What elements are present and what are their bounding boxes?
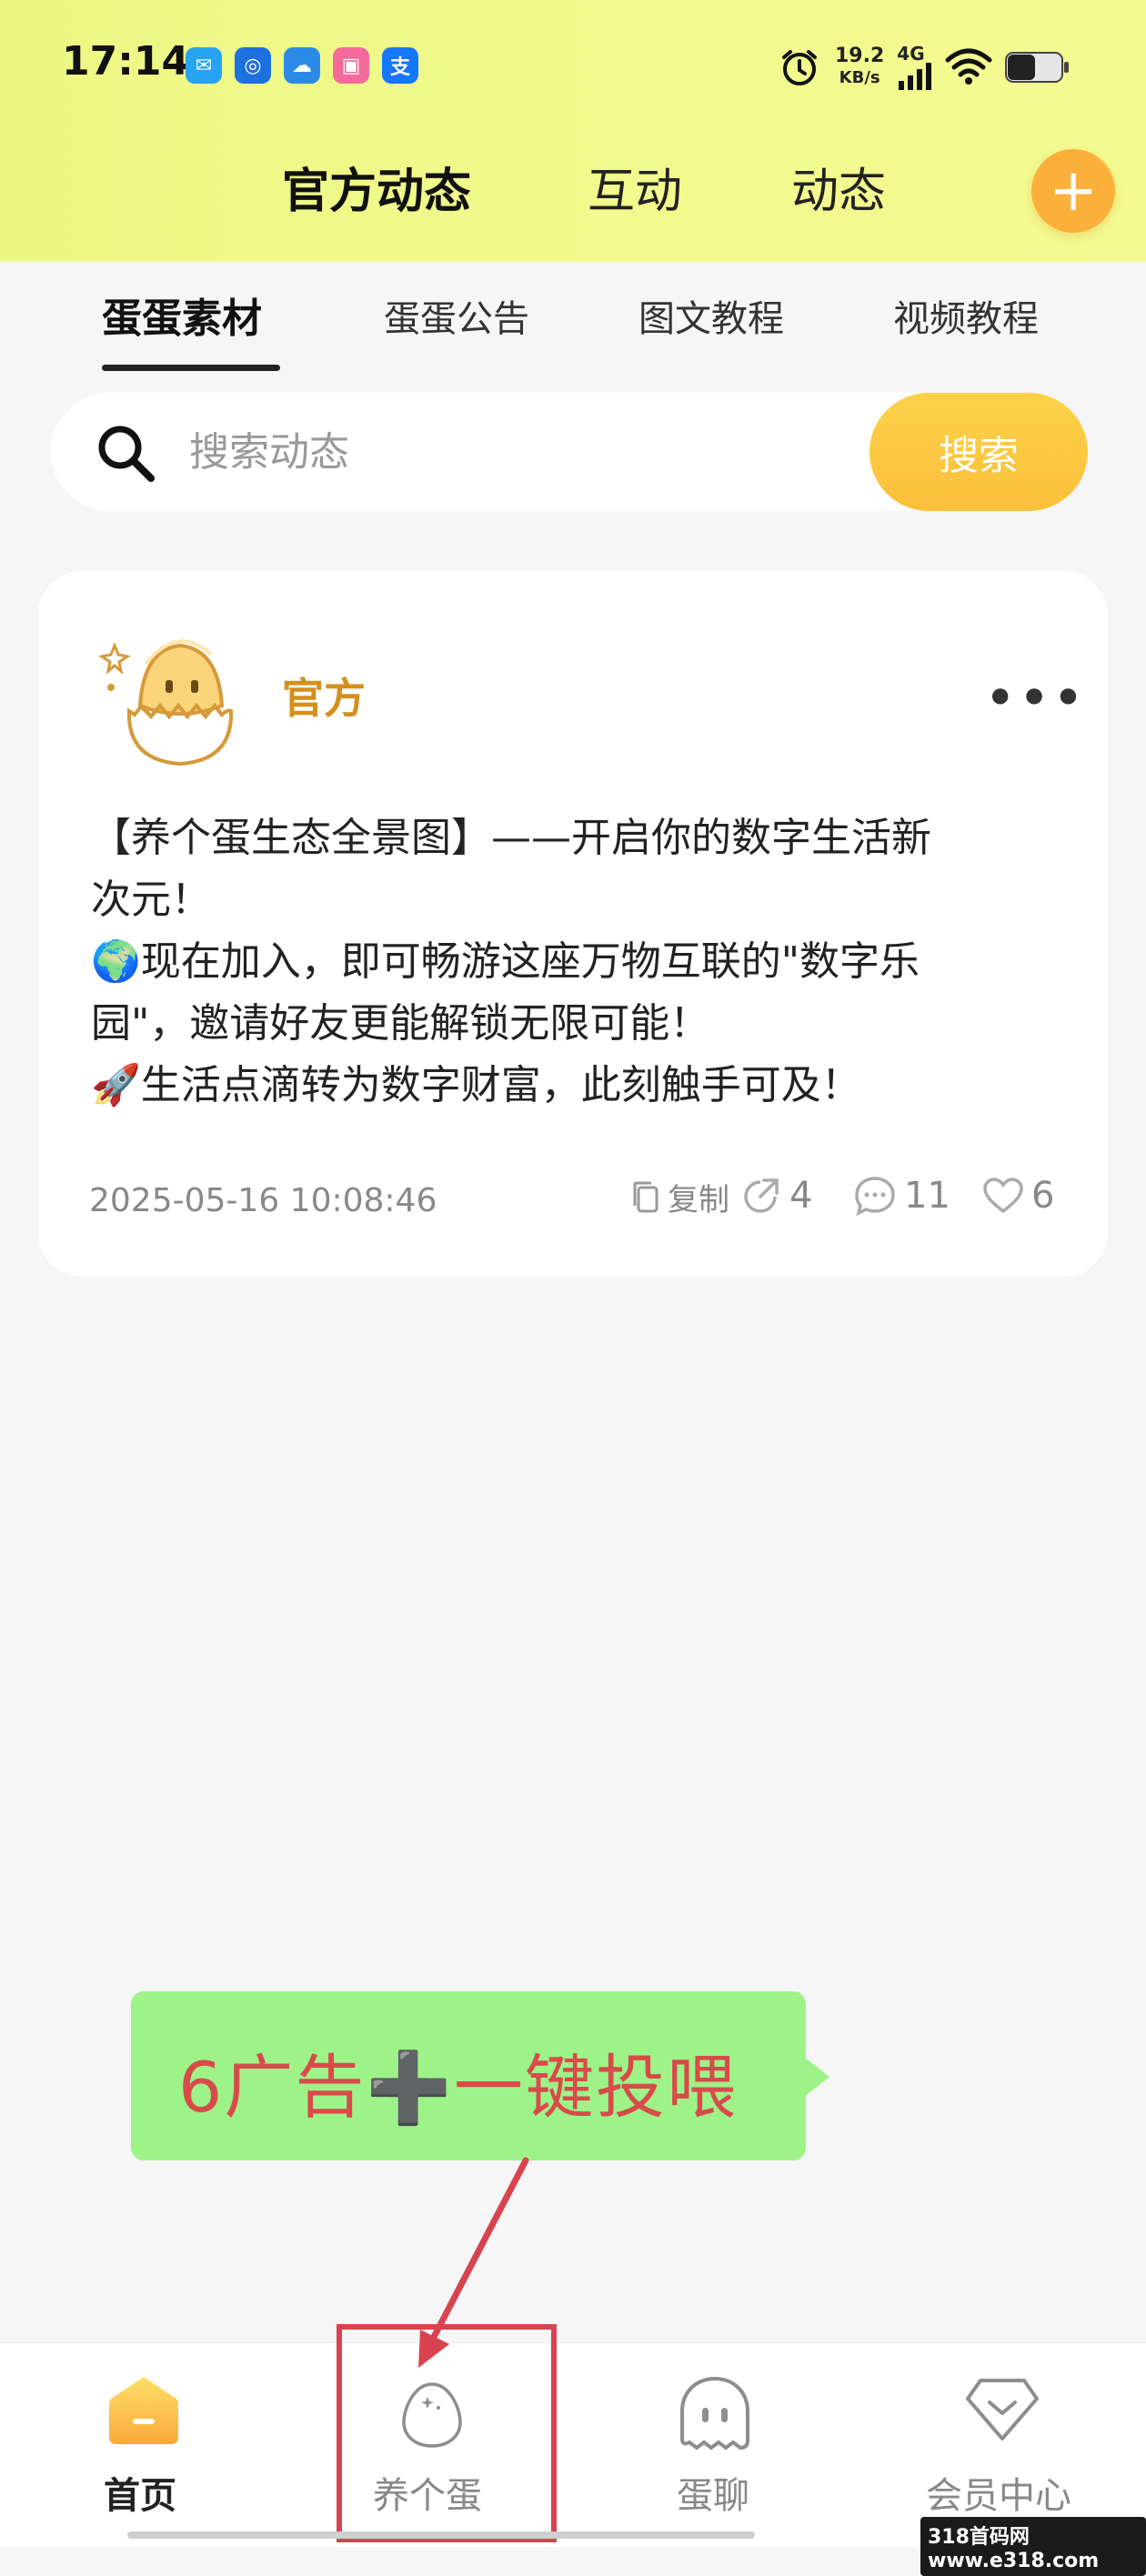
subtab-graphic-tutorials[interactable]: 图文教程 (638, 289, 784, 342)
nav-egg-chat[interactable]: 蛋聊 (677, 2466, 749, 2519)
copy-label: 复制 (668, 1182, 729, 1218)
watermark: 318首码网 www.e318.com (920, 2517, 1146, 2576)
network-speed-value: 19.2 (835, 45, 885, 67)
post-author[interactable]: 官方 (282, 666, 366, 726)
copy-button[interactable]: 复制 (629, 1175, 729, 1219)
home-icon[interactable] (106, 2371, 182, 2448)
post-content: 【养个蛋生态全景图】——开启你的数字生活新 次元！ 🌍现在加入，即可畅游这座万物… (91, 807, 1073, 1117)
bilibili-icon: ▣ (333, 47, 369, 84)
nav-home[interactable]: 首页 (104, 2466, 176, 2519)
chat-egg-icon[interactable] (677, 2375, 753, 2451)
status-right-group: 19.2 KB/s 4G (779, 40, 1071, 95)
tab-interaction[interactable]: 互动 (588, 153, 682, 221)
post-timestamp: 2025-05-16 10:08:46 (89, 1182, 437, 1219)
subtab-egg-materials[interactable]: 蛋蛋素材 (102, 286, 262, 344)
post-line: 园"，邀请好友更能解锁无限可能！ (91, 1000, 710, 1047)
like-count: 6 (1031, 1175, 1055, 1217)
network-type: 4G (897, 43, 925, 65)
share-count: 4 (789, 1175, 813, 1217)
subtab-egg-announcements[interactable]: 蛋蛋公告 (384, 289, 529, 342)
tab-official-news[interactable]: 官方动态 (282, 153, 471, 221)
wifi-icon (945, 48, 992, 85)
active-subtab-underline (102, 365, 280, 371)
share-icon (744, 1178, 779, 1213)
bank-app-icon: ◎ (235, 47, 271, 84)
post-line: 🌍现在加入，即可畅游这座万物互联的"数字乐 (91, 938, 920, 985)
nav-member-center[interactable]: 会员中心 (926, 2466, 1071, 2519)
promo-callout-text: 6广告➕一键投喂 (178, 2047, 738, 2128)
share-button[interactable]: 4 (740, 1175, 812, 1217)
subtab-video-tutorials[interactable]: 视频教程 (893, 289, 1039, 342)
search-input[interactable] (187, 424, 828, 480)
post-line: 🚀生活点滴转为数字财富，此刻触手可及！ (91, 1062, 861, 1108)
cloud-app-icon: ☁ (284, 47, 320, 84)
add-post-button[interactable]: + (1031, 149, 1115, 233)
comment-count: 11 (904, 1175, 950, 1217)
battery-icon (1005, 52, 1070, 83)
vip-diamond-icon[interactable] (964, 2375, 1040, 2444)
more-options-icon[interactable]: ••• (984, 671, 1086, 726)
search-button[interactable]: 搜索 (870, 393, 1088, 511)
comment-icon (855, 1177, 895, 1217)
alarm-icon (782, 50, 817, 85)
network-speed: 19.2 KB/s (835, 45, 884, 89)
app-notification-icon: ✉ (186, 47, 222, 84)
network-speed-unit: KB/s (839, 68, 880, 87)
post-line: 次元！ (91, 877, 211, 923)
like-button[interactable]: 6 (982, 1175, 1054, 1217)
cellular-signal: 4G (897, 45, 933, 90)
annotation-arrow-icon (418, 2157, 529, 2368)
signal-bars-icon (899, 63, 932, 90)
home-indicator[interactable] (127, 2531, 755, 2539)
heart-icon (983, 1178, 1023, 1214)
post-line: 【养个蛋生态全景图】——开启你的数字生活新 (91, 815, 931, 861)
promo-callout-tail (804, 2057, 829, 2097)
alipay-icon: 支 (382, 47, 418, 84)
copy-icon (633, 1181, 658, 1212)
official-avatar[interactable] (91, 627, 244, 773)
search-icon (98, 426, 155, 482)
comment-button[interactable]: 11 (853, 1175, 950, 1217)
status-time: 17:14 (62, 38, 190, 85)
tab-feed[interactable]: 动态 (791, 153, 886, 221)
